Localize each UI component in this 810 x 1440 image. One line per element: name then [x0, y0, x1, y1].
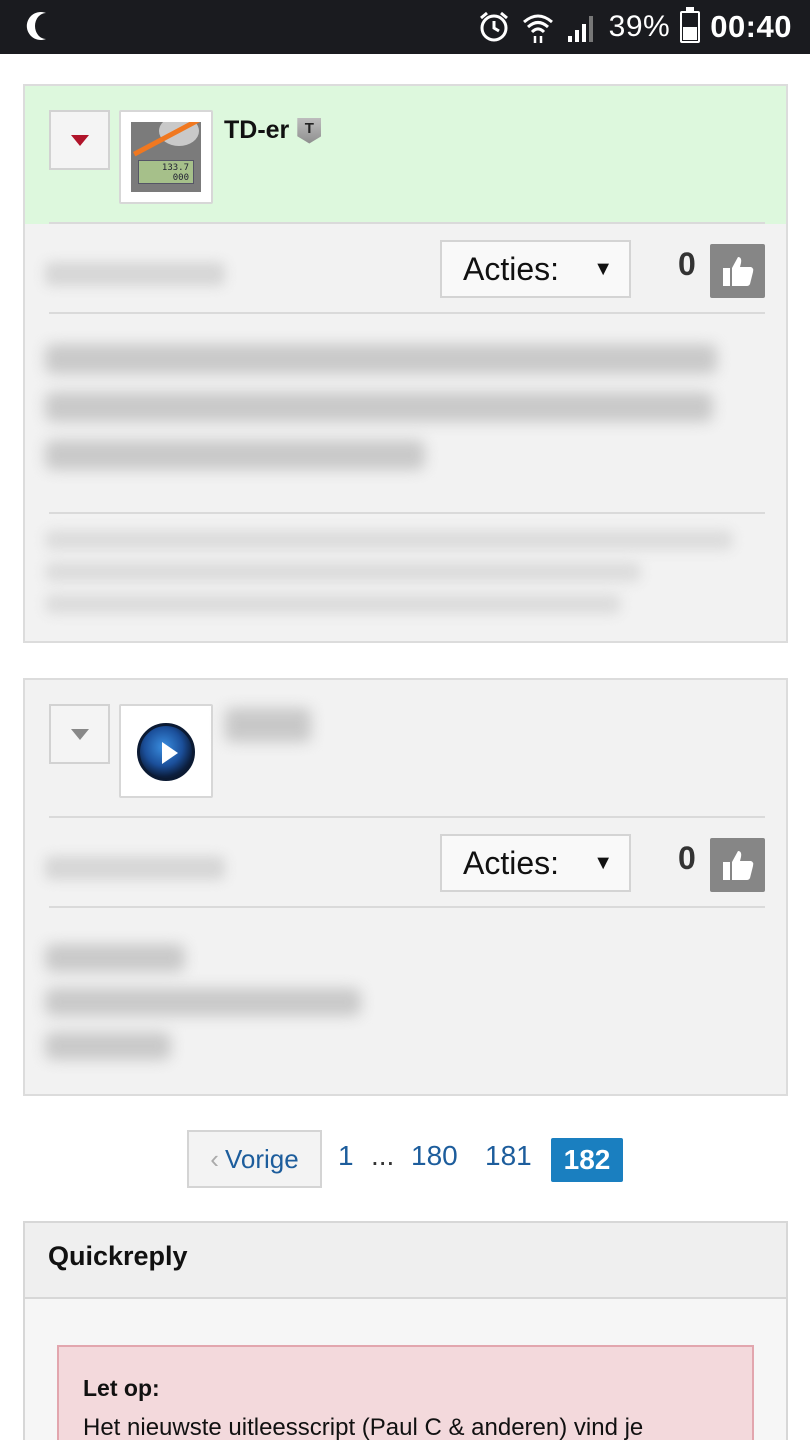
- post-header: [25, 680, 786, 818]
- alert-title: Let op:: [83, 1375, 160, 1401]
- username-text[interactable]: TD-er: [224, 116, 289, 145]
- alert-box: Let op: Het nieuwste uitleesscript (Paul…: [57, 1345, 754, 1440]
- username-blurred[interactable]: [225, 708, 311, 742]
- quickreply-title: Quickreply: [25, 1223, 786, 1299]
- post-header: 133.7 000 TD-er T: [25, 86, 786, 224]
- caret-down-icon: ▼: [593, 851, 613, 874]
- post-date-blurred: [45, 262, 225, 286]
- like-button[interactable]: [710, 838, 765, 892]
- page-link-181[interactable]: 181: [485, 1140, 532, 1172]
- avatar[interactable]: [119, 704, 213, 798]
- moon-icon: [26, 12, 46, 41]
- thumbs-up-icon: [723, 257, 754, 286]
- pagination-ellipsis: ...: [371, 1140, 395, 1171]
- post-date-blurred: [45, 856, 225, 880]
- page-link-1[interactable]: 1: [338, 1140, 354, 1172]
- avatar-display: 133.7 000: [138, 160, 194, 184]
- like-count: 0: [678, 840, 696, 876]
- page-link-180[interactable]: 180: [411, 1140, 458, 1172]
- divider: [49, 312, 765, 314]
- battery-percent: 39%: [608, 10, 671, 43]
- chevron-down-icon: [71, 729, 89, 740]
- caret-down-icon: ▼: [593, 257, 613, 280]
- thumbs-up-icon: [723, 851, 754, 880]
- previous-page-button[interactable]: ‹ Vorige: [187, 1130, 322, 1188]
- wifi-icon: [522, 14, 553, 43]
- chevron-down-icon: [71, 135, 89, 146]
- like-count: 0: [678, 246, 696, 282]
- collapse-toggle-button[interactable]: [49, 110, 110, 170]
- previous-page-label: Vorige: [224, 1143, 299, 1174]
- actions-dropdown[interactable]: Acties: ▼: [440, 240, 631, 298]
- current-page: 182: [551, 1138, 623, 1182]
- like-button[interactable]: [710, 244, 765, 298]
- battery-icon: [680, 7, 701, 43]
- status-bar: 39% 00:40: [0, 0, 810, 54]
- play-icon: [162, 742, 178, 764]
- username[interactable]: TD-er T: [224, 116, 322, 145]
- clock: 00:40: [710, 9, 792, 44]
- alert-text: Het nieuwste uitleesscript (Paul C & and…: [83, 1414, 644, 1440]
- meter-avatar-image: 133.7 000: [131, 122, 201, 192]
- collapse-toggle-button[interactable]: [49, 704, 110, 764]
- post-card: Acties: ▼ 0: [23, 678, 788, 1096]
- divider: [49, 906, 765, 908]
- actions-label: Acties:: [463, 844, 560, 881]
- post-card: 133.7 000 TD-er T Acties: ▼ 0: [23, 84, 788, 643]
- actions-dropdown[interactable]: Acties: ▼: [440, 834, 631, 892]
- quickreply-panel: Quickreply Let op: Het nieuwste uitleess…: [23, 1221, 788, 1440]
- play-orb-avatar-image: [137, 723, 195, 781]
- alarm-icon: [479, 11, 508, 42]
- chevron-left-icon: ‹: [210, 1143, 219, 1174]
- signature-divider: [49, 512, 765, 514]
- avatar[interactable]: 133.7 000: [119, 110, 213, 204]
- post-meta-bar: Acties: ▼ 0: [25, 818, 786, 908]
- user-badge: T: [297, 117, 322, 144]
- signal-icon: [567, 16, 593, 42]
- post-meta-bar: Acties: ▼ 0: [25, 224, 786, 314]
- actions-label: Acties:: [463, 250, 560, 287]
- pagination: ‹ Vorige 1 ... 180 181 182: [0, 1130, 810, 1190]
